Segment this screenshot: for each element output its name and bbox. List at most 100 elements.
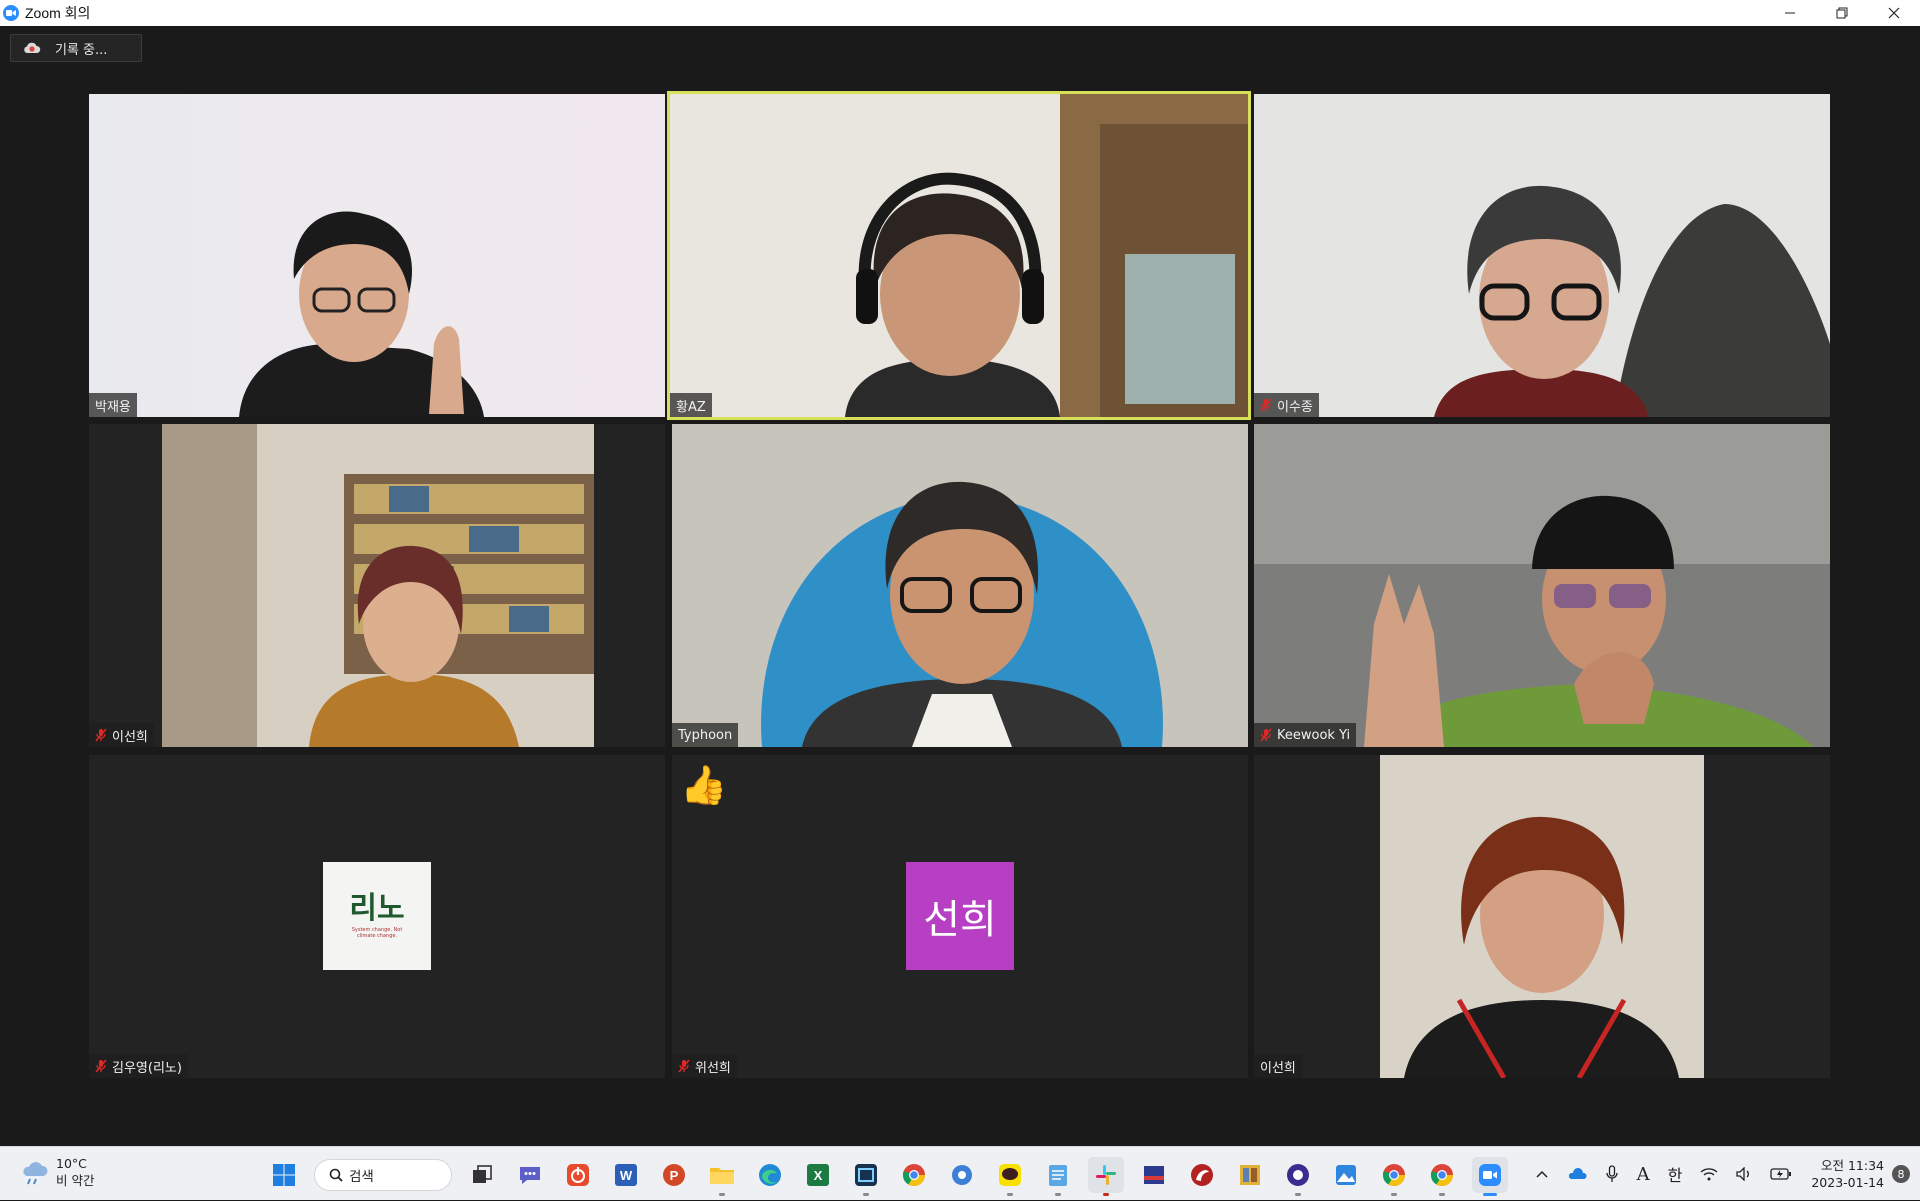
notification-count-badge[interactable]: 8 [1892,1165,1910,1183]
participant-video [89,424,665,747]
participant-name: 박재용 [95,399,131,415]
chrome-profile-button[interactable] [1376,1157,1412,1196]
restore-button[interactable] [1816,0,1868,26]
close-icon [1888,7,1900,19]
onedrive-cloud-icon [1568,1168,1587,1179]
chat-icon [520,1167,540,1184]
participant-tile[interactable]: Typhoon [672,424,1248,747]
close-button[interactable] [1868,0,1920,26]
word-button[interactable]: W [608,1157,644,1193]
kakaotalk-icon [999,1164,1021,1186]
minimize-button[interactable] [1764,0,1816,26]
font-mode-label: A [1636,1163,1650,1185]
participant-tile[interactable]: 리노 System change. Not climate change. 김우… [89,755,665,1078]
photos-icon [1336,1165,1356,1185]
weather-temperature: 10°C [56,1156,87,1171]
slack-button[interactable] [1088,1157,1124,1196]
kakaotalk-button[interactable] [992,1157,1028,1196]
zoom-app-icon [1479,1164,1501,1186]
taskbar-app-button[interactable] [848,1157,884,1196]
onedrive-button[interactable] [1567,1167,1587,1181]
messenger-icon [1287,1164,1309,1186]
participant-name: 황AZ [676,399,706,415]
word-icon: W [615,1164,637,1186]
participant-name: 이선희 [1260,1060,1296,1076]
taskbar-app-button[interactable] [1232,1157,1268,1193]
battery-button[interactable] [1770,1167,1792,1181]
participant-name: 이선희 [112,729,148,745]
chrome-button[interactable] [896,1157,932,1193]
zoom-button[interactable] [1472,1157,1508,1196]
participant-name-tag: 이선희 [89,723,154,747]
weather-widget[interactable]: 10°C 비 약간 [20,1155,94,1189]
participant-name-tag: 이선희 [1254,1054,1302,1078]
taskbar-app-button[interactable] [944,1157,980,1193]
clock[interactable]: 오전 11:34 2023-01-14 [1811,1157,1884,1191]
battery-charging-icon [1770,1168,1792,1180]
participant-tile-active-speaker[interactable]: 황AZ [667,91,1251,420]
participant-name-tag: Keewook Yi [1254,723,1357,747]
taskbar: 10°C 비 약간 검색 W P X A 한 오전 11:34 2023-01-… [0,1146,1920,1200]
weather-condition: 비 약간 [56,1173,95,1188]
slack-icon [1096,1165,1116,1185]
file-explorer-button[interactable] [704,1157,740,1196]
power-app-icon [567,1164,589,1186]
participant-tile[interactable]: 이선희 [89,424,665,747]
microphone-button[interactable] [1605,1165,1619,1183]
participant-video [1254,755,1830,1078]
taskbar-app-button[interactable] [1280,1157,1316,1196]
powerpoint-icon: P [663,1164,685,1186]
participant-name: 위선희 [695,1060,731,1076]
participant-video [672,424,1248,747]
image-viewer-icon [1240,1165,1260,1185]
participant-name-tag: 위선희 [672,1054,737,1078]
excel-button[interactable]: X [800,1157,836,1193]
search-label: 검색 [349,1169,374,1185]
participant-tile[interactable]: 박재용 [89,94,665,417]
recording-indicator[interactable]: 기록 중... [10,34,142,62]
taskbar-search[interactable]: 검색 [314,1159,452,1191]
taskbar-app-button[interactable] [1328,1157,1364,1193]
korail-app-icon [1144,1166,1164,1184]
speaker-icon [1736,1167,1750,1181]
notepad-button[interactable] [1040,1157,1076,1196]
taskbar-apps: 검색 W P X [260,1155,1514,1196]
chrome-icon [903,1164,925,1186]
taskbar-app-button[interactable] [560,1157,596,1193]
input-mode-button[interactable]: A [1637,1164,1650,1185]
show-hidden-icons-button[interactable] [1535,1169,1549,1179]
teams-chat-button[interactable] [512,1157,548,1193]
network-button[interactable] [1700,1167,1718,1181]
ime-language-label: 한 [1667,1166,1683,1185]
participant-name: Typhoon [678,727,733,743]
start-button[interactable] [266,1157,302,1193]
avatar-logo-text: 리노 [349,891,405,926]
gear-app-icon [952,1165,972,1185]
edge-button[interactable] [752,1157,788,1193]
participant-tile[interactable]: 이선희 [1254,755,1830,1078]
muted-mic-icon [678,1059,690,1073]
participant-tile[interactable]: 이수종 [1254,94,1830,417]
microphone-icon [1605,1165,1618,1182]
edge-browser-icon [759,1164,781,1186]
participant-name-tag: 박재용 [89,393,137,417]
svg-text:W: W [620,1168,633,1183]
window-controls [1764,0,1920,26]
taskbar-app-button[interactable] [1136,1157,1172,1193]
task-view-icon [473,1165,492,1183]
minimize-icon [1785,12,1795,14]
zoom-logo-icon [3,5,19,21]
window-title: Zoom 회의 [25,5,91,21]
task-view-button[interactable] [464,1157,500,1193]
participant-tile[interactable]: 👍 선희 위선희 [672,755,1248,1078]
ime-language-button[interactable]: 한 [1668,1162,1683,1186]
svg-text:P: P [670,1168,679,1183]
muted-mic-icon [1260,398,1272,412]
volume-button[interactable] [1736,1167,1752,1181]
dragon-app-icon [1191,1164,1213,1186]
chrome-profile-button[interactable] [1424,1157,1460,1196]
participant-tile[interactable]: Keewook Yi [1254,424,1830,747]
powerpoint-button[interactable]: P [656,1157,692,1193]
taskbar-app-button[interactable] [1184,1157,1220,1193]
participant-video [1254,94,1830,417]
